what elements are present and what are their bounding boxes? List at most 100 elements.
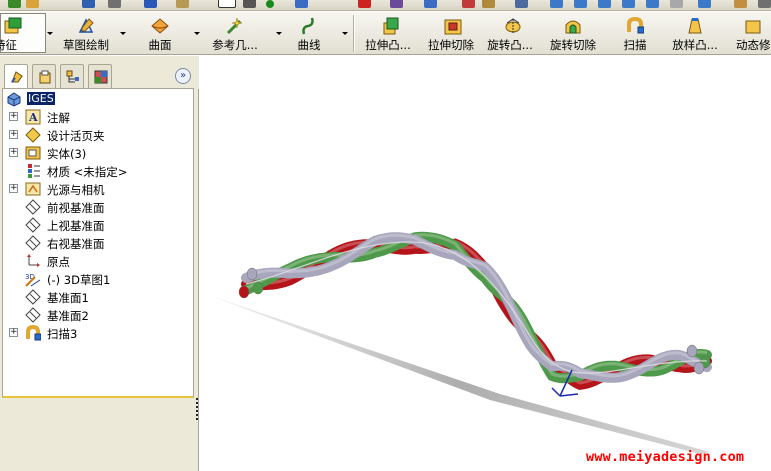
- sweep-icon: [627, 17, 644, 34]
- tab-property-manager[interactable]: [32, 64, 56, 88]
- feature-icon: [4, 17, 22, 34]
- zoom-selection-icon[interactable]: [622, 0, 635, 8]
- save-icon[interactable]: [82, 0, 95, 8]
- surface-dropdown-arrow[interactable]: [194, 32, 200, 35]
- tab-feature-manager[interactable]: [4, 64, 28, 89]
- panel-splitter[interactable]: [195, 396, 199, 424]
- view-orientation-icon[interactable]: [515, 0, 528, 8]
- undo-icon[interactable]: [144, 0, 157, 8]
- tree-item[interactable]: 右视基准面: [3, 234, 193, 252]
- tree-item[interactable]: + 光源与相机: [3, 180, 193, 198]
- loft-label: 放样凸...: [672, 38, 718, 52]
- property-manager-icon: [39, 70, 51, 84]
- tree-root[interactable]: IGES: [3, 90, 193, 108]
- tree-item[interactable]: + 实体(3): [3, 144, 193, 162]
- cube-icon[interactable]: [390, 0, 403, 8]
- tab-display-manager[interactable]: [88, 64, 112, 88]
- tree-item-label: (-) 3D草图1: [47, 273, 111, 287]
- loft-button[interactable]: 放样凸...: [664, 12, 726, 54]
- tree-item-label: 扫描3: [47, 327, 78, 341]
- color-icon[interactable]: [462, 0, 475, 8]
- feature-manager-panel: » IGES + A 注解 + 设计活页夹 + 实体(3) 材质 <未指定> + 光源与相机 前视基…: [0, 56, 199, 471]
- tree-item[interactable]: 3D (-) 3D草图1: [3, 270, 193, 288]
- new-icon[interactable]: [8, 0, 21, 8]
- tree-item-label: 注解: [47, 111, 70, 125]
- plane-icon: [25, 235, 41, 251]
- sweep-button[interactable]: 扫描: [616, 12, 654, 54]
- expand-toggle-icon[interactable]: +: [9, 148, 18, 157]
- reference-geometry-button[interactable]: 参考几...: [204, 12, 266, 54]
- tree-item[interactable]: + A 注解: [3, 108, 193, 126]
- feature-tree: IGES + A 注解 + 设计活页夹 + 实体(3) 材质 <未指定> + 光源与相机 前视基准面…: [2, 88, 194, 398]
- solid-bodies-icon: [25, 146, 41, 160]
- collapse-panel-button[interactable]: »: [175, 68, 191, 84]
- sketch-icon: [78, 18, 94, 33]
- extrude-boss-button[interactable]: 拉伸凸...: [358, 12, 418, 54]
- panel-tabs: »: [0, 56, 199, 89]
- dynamic-button[interactable]: 动态修: [732, 12, 771, 54]
- window-icon[interactable]: [424, 0, 437, 8]
- feature-dropdown-arrow[interactable]: [47, 32, 53, 35]
- origin-icon: [27, 254, 40, 267]
- tab-configuration-manager[interactable]: [60, 64, 84, 88]
- tree-item[interactable]: 基准面2: [3, 306, 193, 324]
- sketch-button[interactable]: 草图绘制: [56, 12, 116, 54]
- revolve-cut-button[interactable]: 旋转切除: [544, 12, 602, 54]
- select-arrow-icon[interactable]: [243, 0, 256, 8]
- tree-item-label: 材质 <未指定>: [47, 165, 128, 179]
- rotate-icon[interactable]: [646, 0, 659, 8]
- rebuild-light-icon[interactable]: [266, 0, 274, 8]
- curve-label: 曲线: [297, 38, 321, 52]
- expand-toggle-icon[interactable]: +: [9, 112, 18, 121]
- graphics-viewport[interactable]: www.meiyadesign.com: [200, 56, 771, 471]
- tree-item[interactable]: 原点: [3, 252, 193, 270]
- svg-text:A: A: [28, 111, 38, 124]
- rebuild-icon[interactable]: [176, 0, 189, 8]
- tree-item[interactable]: + 设计活页夹: [3, 126, 193, 144]
- red-cube-icon[interactable]: [358, 0, 371, 8]
- view-icon[interactable]: [698, 0, 711, 8]
- tree-item[interactable]: 基准面1: [3, 288, 193, 306]
- reference-geometry-icon: [226, 17, 243, 35]
- open-icon[interactable]: [26, 0, 39, 8]
- revolve-boss-icon: [505, 18, 521, 33]
- sweep-feature-icon: [26, 325, 41, 341]
- plane-icon: [25, 289, 41, 305]
- print-icon[interactable]: [108, 0, 121, 8]
- sketch-dropdown-arrow[interactable]: [120, 32, 126, 35]
- sweep-label: 扫描: [623, 38, 647, 52]
- sketch-label: 草图绘制: [63, 38, 109, 52]
- configuration-manager-icon: [66, 70, 79, 83]
- feature-button[interactable]: 特征: [0, 12, 53, 54]
- surface-button[interactable]: 曲面: [140, 12, 180, 54]
- section-view-icon[interactable]: [758, 0, 771, 8]
- plane-icon: [25, 217, 41, 233]
- curve-button[interactable]: 曲线: [286, 12, 332, 54]
- tree-item[interactable]: + 扫描3: [3, 324, 193, 342]
- expand-toggle-icon[interactable]: +: [9, 130, 18, 139]
- splitter-dot: [196, 406, 198, 408]
- reference-dropdown-arrow[interactable]: [276, 32, 282, 35]
- display-style-icon[interactable]: [734, 0, 747, 8]
- tree-item[interactable]: 上视基准面: [3, 216, 193, 234]
- zoom-in-out-icon[interactable]: [598, 0, 611, 8]
- extrude-cut-button[interactable]: 拉伸切除: [424, 12, 478, 54]
- expand-toggle-icon[interactable]: +: [9, 184, 18, 193]
- tree-item[interactable]: 前视基准面: [3, 198, 193, 216]
- curve-dropdown-arrow[interactable]: [342, 32, 348, 35]
- options-icon[interactable]: [295, 0, 308, 8]
- tree-item-label: 右视基准面: [47, 237, 105, 251]
- tree-item[interactable]: 材质 <未指定>: [3, 162, 193, 180]
- expand-toggle-icon[interactable]: +: [9, 328, 18, 337]
- design-binder-icon: [25, 127, 41, 143]
- pan-icon[interactable]: [670, 0, 683, 8]
- dynamic-icon: [745, 20, 761, 34]
- tree-item-label: 原点: [47, 255, 70, 269]
- select-icon[interactable]: [218, 0, 236, 8]
- tree-item-label: 基准面1: [47, 291, 89, 305]
- edit-appearance-icon[interactable]: [482, 0, 495, 8]
- strand-end-cap: [252, 281, 264, 295]
- zoom-fit-icon[interactable]: [550, 0, 563, 8]
- revolve-boss-button[interactable]: 旋转凸...: [482, 12, 538, 54]
- zoom-area-icon[interactable]: [574, 0, 587, 8]
